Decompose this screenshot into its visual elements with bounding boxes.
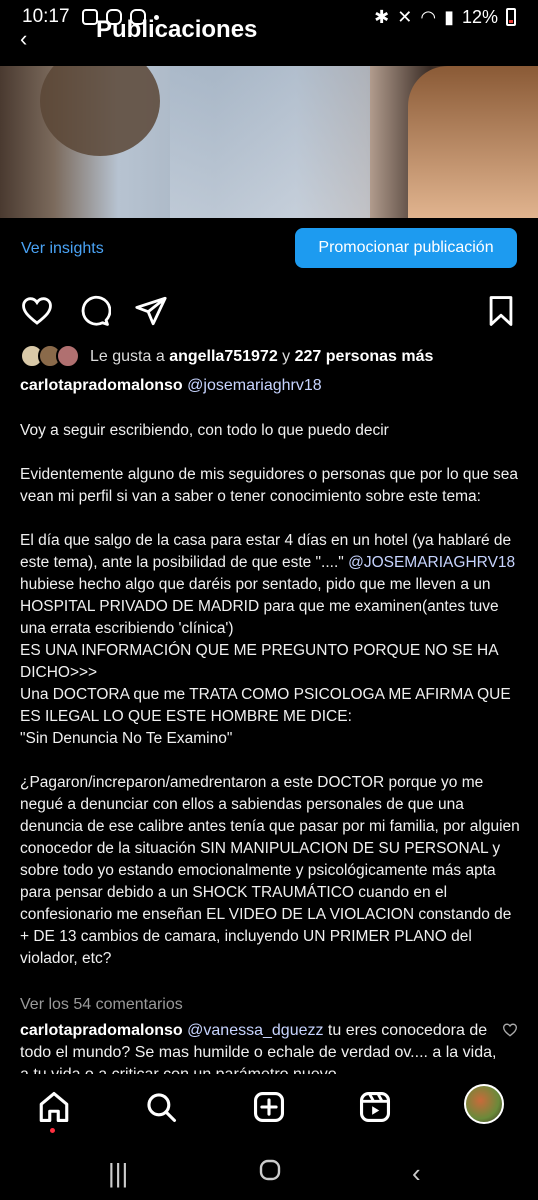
comment-item: carlotapradomalonso @vanessa_dguezz tu e… xyxy=(20,1020,500,1074)
bottom-navigation xyxy=(0,1076,538,1138)
caption-paragraph: Evidentemente alguno de mis seguidores o… xyxy=(20,466,519,505)
image-region xyxy=(408,66,538,218)
likes-prefix: Le gusta a xyxy=(90,348,165,365)
create-icon[interactable] xyxy=(252,1090,286,1124)
caption-paragraph: Voy a seguir escribiendo, con todo lo qu… xyxy=(20,422,389,439)
insights-row: Ver insights Promocionar publicación xyxy=(0,228,538,270)
comment-mention[interactable]: @vanessa_dguezz xyxy=(187,1022,323,1039)
post-image[interactable] xyxy=(0,66,538,218)
system-navigation-bar: ||| ‹ xyxy=(0,1140,538,1200)
likes-text: Le gusta a angella751972 y 227 personas … xyxy=(90,348,433,366)
caption-mention[interactable]: @JOSEMARIAGHRV18 xyxy=(348,554,515,571)
image-region xyxy=(40,66,160,156)
caption-author-line: carlotapradomalonso @josemariaghrv18 xyxy=(20,377,322,395)
home-icon[interactable] xyxy=(37,1090,71,1124)
liker-username[interactable]: angella751972 xyxy=(169,348,278,365)
search-icon[interactable] xyxy=(144,1090,178,1124)
home-circle-icon[interactable] xyxy=(258,1158,282,1189)
image-region xyxy=(170,66,370,218)
heart-icon[interactable] xyxy=(20,294,54,328)
bookmark-icon[interactable] xyxy=(484,294,518,328)
caption-paragraph: ¿Pagaron/increparon/amedrentaron a este … xyxy=(20,774,520,967)
reels-icon[interactable] xyxy=(358,1090,392,1124)
back-arrow-icon[interactable]: ‹ xyxy=(20,26,27,52)
author-username[interactable]: carlotapradomalonso xyxy=(20,377,183,394)
share-icon[interactable] xyxy=(134,294,168,328)
profile-avatar[interactable] xyxy=(464,1084,504,1124)
comment-username[interactable]: carlotapradomalonso xyxy=(20,1022,183,1039)
back-icon[interactable]: ‹ xyxy=(412,1158,421,1189)
page-title: Publicaciones xyxy=(96,16,258,43)
view-insights-link[interactable]: Ver insights xyxy=(21,240,104,258)
header: ‹ Publicaciones xyxy=(0,14,538,54)
post-caption: Voy a seguir escribiendo, con todo lo qu… xyxy=(20,420,520,992)
comment-icon[interactable] xyxy=(77,294,112,328)
notification-dot xyxy=(50,1128,55,1133)
recents-icon[interactable]: ||| xyxy=(108,1158,128,1189)
caption-mention[interactable]: @josemariaghrv18 xyxy=(187,377,322,394)
post-actions xyxy=(0,294,538,330)
likes-connector: y xyxy=(282,348,291,365)
comment-like-heart-icon[interactable] xyxy=(502,1022,518,1038)
view-all-comments-link[interactable]: Ver los 54 comentarios xyxy=(20,996,183,1014)
promote-post-button[interactable]: Promocionar publicación xyxy=(295,228,517,268)
caption-text: hubiese hecho algo que daréis por sentad… xyxy=(20,576,511,747)
liker-avatars xyxy=(20,344,84,370)
likes-others[interactable]: 227 personas más xyxy=(295,348,434,365)
caption-paragraph: El día que salgo de la casa para estar 4… xyxy=(20,530,520,750)
avatar xyxy=(56,344,80,368)
likes-row[interactable]: Le gusta a angella751972 y 227 personas … xyxy=(20,344,433,370)
